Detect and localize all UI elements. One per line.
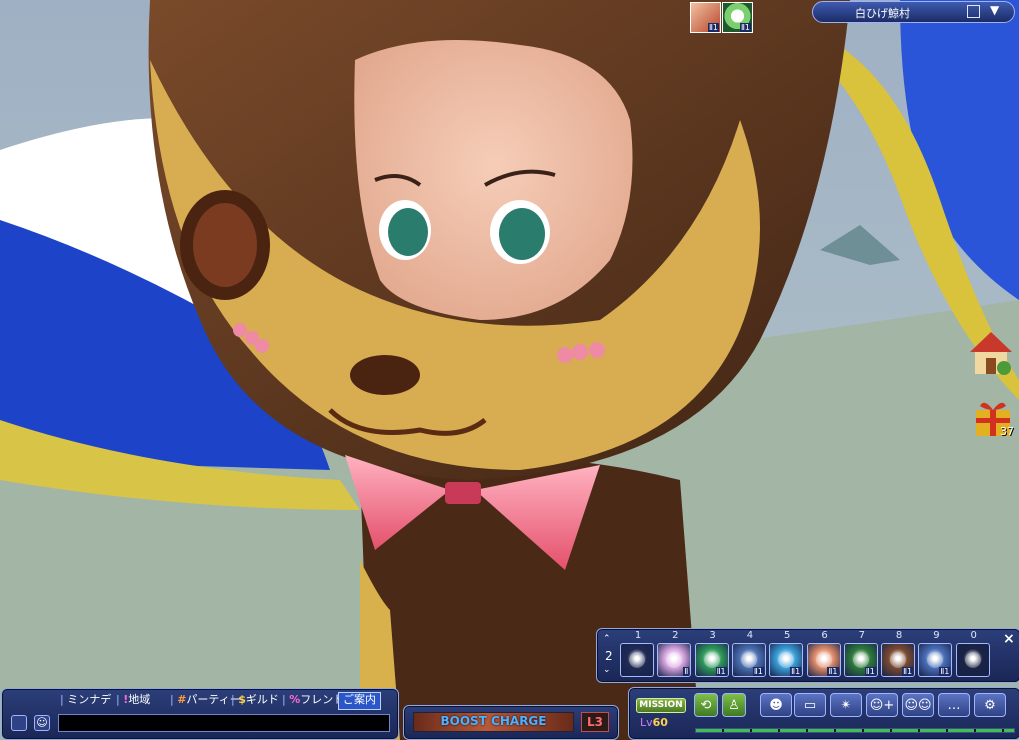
experience-bar xyxy=(695,728,1015,733)
chat-input[interactable] xyxy=(58,714,390,732)
hotbar-slot-number: 3 xyxy=(709,630,716,641)
chat-tab-label: 地域 xyxy=(128,693,151,706)
hotbar-slot[interactable]: 9 Ⅱ1 xyxy=(918,630,953,677)
location-bar: 白ひげ鯨村 ▼ xyxy=(812,1,1015,23)
hotbar-slot-number: 6 xyxy=(821,630,828,641)
refresh-icon: ⟲ xyxy=(700,697,712,713)
skills-button[interactable]: ✴ xyxy=(830,693,862,717)
hotbar-slot[interactable]: 7 Ⅱ1 xyxy=(843,630,878,677)
buff-bar: Ⅱ1 Ⅱ1 xyxy=(690,2,754,34)
chat-tab-label: ご案内 xyxy=(343,693,376,706)
page-up-icon[interactable]: ⌃ xyxy=(603,634,611,644)
skill-level-badge: Ⅱ1 xyxy=(752,667,764,676)
hotbar-slot-number: 8 xyxy=(895,630,903,641)
hotbar-slot[interactable]: 0 xyxy=(955,630,990,677)
chat-bubble-icon: … xyxy=(947,697,961,713)
character-icon: ☻ xyxy=(769,697,783,713)
chat-tab-prefix: % xyxy=(289,693,301,706)
chat-tab[interactable]: ご案内 xyxy=(338,692,381,710)
main-menu-bar: MISSION Lv60 ⟲ ♙ ☻ ▭ ✴ ☺+ ☺☺ … ⚙ xyxy=(628,687,1019,740)
level-prefix: Lv xyxy=(640,716,653,729)
chat-bubble-button[interactable]: … xyxy=(938,693,970,717)
boost-charge-label: BOOST CHARGE xyxy=(440,714,547,728)
gift-icon[interactable]: 37 xyxy=(972,396,1016,440)
skill-level-badge: Ⅱ1 xyxy=(902,667,914,676)
chat-tab[interactable]: | !地域 xyxy=(116,692,150,708)
emoticon-icon[interactable]: ☺ xyxy=(34,715,50,731)
sparkle-skill-icon xyxy=(778,652,795,668)
boost-level: L3 xyxy=(581,712,609,732)
skill-level-badge: Ⅱ1 xyxy=(939,667,951,676)
flower-skill-icon xyxy=(666,652,683,668)
level-value: 60 xyxy=(652,716,668,729)
character-button[interactable]: ☻ xyxy=(760,693,792,717)
skill-level-badge: Ⅱ1 xyxy=(715,667,727,676)
house-icon[interactable] xyxy=(966,328,1016,378)
hotbar-slot[interactable]: 2Ⅱ xyxy=(657,630,692,677)
hotbar-slot-number: 5 xyxy=(784,630,791,641)
chat-window-icon[interactable] xyxy=(11,715,27,731)
leaf-skill-icon xyxy=(703,652,720,668)
party-icon: ☺☺ xyxy=(904,697,932,713)
player-level: Lv60 xyxy=(640,716,668,729)
stand-button[interactable]: ♙ xyxy=(722,693,746,717)
buff-level-badge: Ⅱ1 xyxy=(739,23,751,32)
boost-charge-panel: BOOST CHARGE L3 xyxy=(403,705,619,740)
buff-level-badge: Ⅱ1 xyxy=(707,23,719,32)
add-friend-button[interactable]: ☺+ xyxy=(866,693,898,717)
hotbar-slot-number: 9 xyxy=(933,630,940,641)
hotbar-slot[interactable]: 8 Ⅱ1 xyxy=(881,630,916,677)
hotbar-slot-number: 0 xyxy=(970,630,977,641)
chat-tab-label: ギルド xyxy=(245,693,279,706)
hotbar-slot[interactable]: 1 xyxy=(620,630,654,677)
chat-tab-prefix: $ xyxy=(238,693,246,706)
party-button[interactable]: ☺☺ xyxy=(902,693,934,717)
eye-skill-icon xyxy=(927,652,944,668)
stand-icon: ♙ xyxy=(728,697,740,713)
skill-level-badge: Ⅱ1 xyxy=(864,667,876,676)
inventory-icon: ▭ xyxy=(803,697,817,713)
lotus-skill-icon xyxy=(852,652,869,668)
hotbar-slot-number: 2 xyxy=(672,630,679,641)
chat-tab[interactable]: | ミンナデ xyxy=(60,692,111,708)
fullscreen-icon[interactable] xyxy=(967,5,980,18)
skill-hotbar: ⌃ 2 ⌄ × 1 2 Ⅱ 3 Ⅱ1 4 Ⅱ1 5 Ⅱ1 6 Ⅱ1 7 Ⅱ1 8 Ⅱ1 9 Ⅱ1 0 xyxy=(596,628,1019,683)
magnifier-skill-icon xyxy=(740,652,757,668)
inventory-button[interactable]: ▭ xyxy=(794,693,826,717)
boost-charge-bar[interactable]: BOOST CHARGE xyxy=(413,712,574,732)
skill-level-badge: Ⅱ1 xyxy=(790,667,802,676)
refresh-button[interactable]: ⟲ xyxy=(694,693,718,717)
hotbar-slot[interactable]: 3 Ⅱ1 xyxy=(694,630,729,677)
settings-button[interactable]: ⚙ xyxy=(974,693,1006,717)
bearded-face-skill-icon xyxy=(890,652,907,668)
hotbar-slot[interactable]: 5 Ⅱ1 xyxy=(769,630,804,677)
chat-tab-label: ミンナデ xyxy=(67,693,112,706)
character-portrait-icon[interactable]: Ⅱ1 xyxy=(690,2,721,33)
chat-tab[interactable]: | %フレンド xyxy=(282,692,344,708)
skills-icon: ✴ xyxy=(840,697,852,713)
gift-count: 37 xyxy=(1000,425,1014,438)
location-name: 白ひげ鯨村 xyxy=(855,7,910,20)
hotbar-slot-number: 4 xyxy=(746,630,754,641)
hotbar-slot[interactable]: 6 Ⅱ1 xyxy=(806,630,841,677)
fish-skill-icon xyxy=(964,652,981,668)
hotbar-slot[interactable]: 4 Ⅱ1 xyxy=(731,630,766,677)
experience-fill xyxy=(696,729,1014,732)
close-icon[interactable]: × xyxy=(1003,631,1015,647)
settings-icon: ⚙ xyxy=(984,697,996,713)
hotbar-page-number: 2 xyxy=(605,649,613,663)
hotbar-slot-number: 7 xyxy=(858,630,865,641)
chevron-down-icon[interactable]: ▼ xyxy=(990,3,999,17)
lotus-icon[interactable]: Ⅱ1 xyxy=(722,2,753,33)
dragon-skill-icon xyxy=(629,652,645,668)
add-friend-icon: ☺+ xyxy=(869,697,895,713)
page-down-icon[interactable]: ⌄ xyxy=(603,665,611,675)
chat-panel: | ミンナデ | !地域 | #パーティー | $ギルド | %フレンド ご案内 ☺ xyxy=(1,688,399,740)
skill-level-badge: Ⅱ1 xyxy=(827,667,839,676)
portrait-skill-icon xyxy=(815,652,832,668)
hotbar-slot-number: 1 xyxy=(634,630,642,641)
chat-tab[interactable]: | $ギルド xyxy=(231,692,279,708)
mission-button[interactable]: MISSION xyxy=(636,698,686,713)
skill-level-badge: Ⅱ xyxy=(683,667,690,676)
